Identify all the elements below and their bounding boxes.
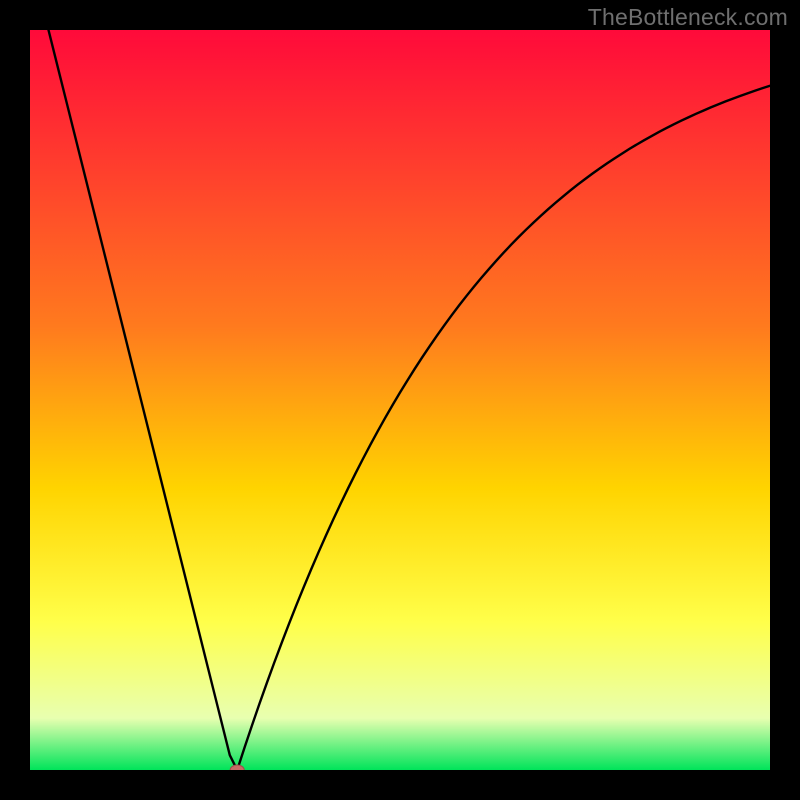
chart-frame: TheBottleneck.com <box>0 0 800 800</box>
plot-svg <box>30 30 770 770</box>
plot-area <box>30 30 770 770</box>
watermark-text: TheBottleneck.com <box>588 4 788 31</box>
